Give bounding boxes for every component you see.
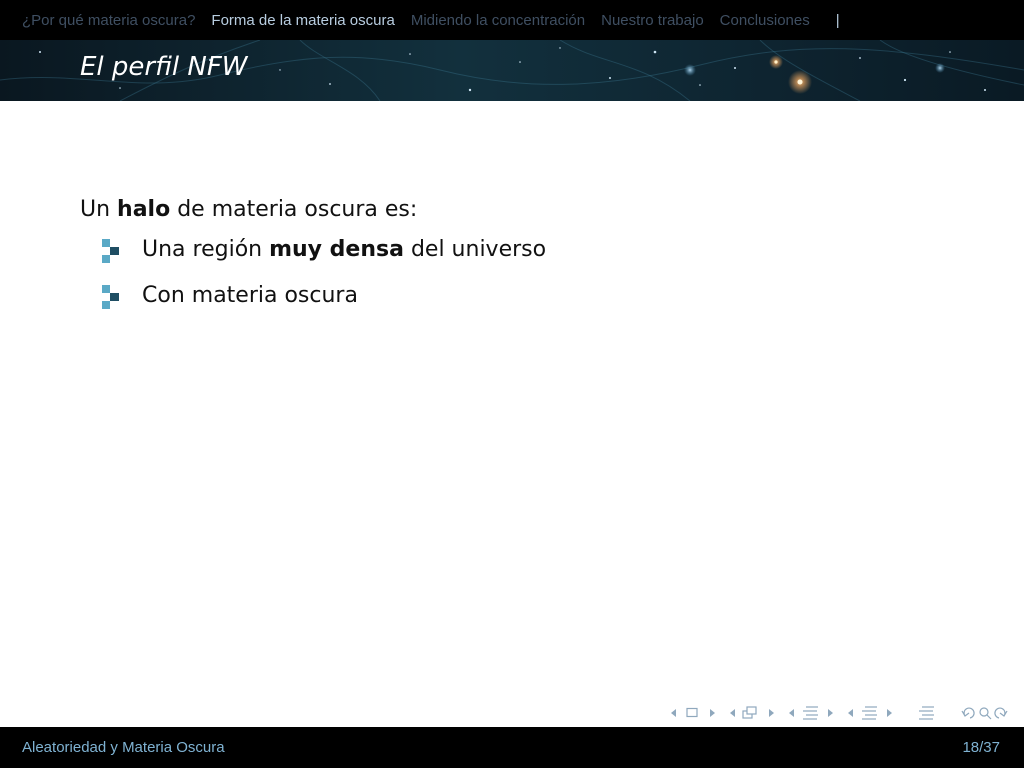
back-icon[interactable] [961, 707, 975, 719]
title-band: El perfil NFW [0, 40, 1024, 101]
bullet-bold: muy densa [269, 237, 404, 262]
slide-content: Un halo de materia oscura es: Una región… [80, 195, 546, 327]
slide: ¿Por qué materia oscura? Forma de la mat… [0, 0, 1024, 768]
bullet-suffix: del universo [403, 237, 547, 262]
nav-section-conclusiones[interactable]: Conclusiones [720, 12, 810, 29]
intro-prefix: Un [80, 197, 118, 222]
square-step-bullet-icon [102, 239, 119, 263]
navigation-symbols [671, 706, 1008, 720]
footer-presentation-title: Aleatoriedad y Materia Oscura [22, 739, 225, 756]
subsection-icon[interactable] [742, 706, 757, 719]
next-arrow-icon[interactable] [887, 709, 892, 717]
prev-arrow-icon[interactable] [730, 709, 735, 717]
nav-separator: | [835, 11, 840, 29]
nav-section-midiendo[interactable]: Midiendo la concentración [411, 12, 585, 29]
search-icon[interactable] [979, 707, 992, 720]
nav-section-nuestro-trabajo[interactable]: Nuestro trabajo [601, 12, 704, 29]
next-arrow-icon[interactable] [828, 709, 833, 717]
bullet-prefix: Una región [142, 237, 270, 262]
forward-icon[interactable] [994, 707, 1008, 719]
frame-title: El perfil NFW [80, 52, 248, 82]
next-arrow-icon[interactable] [710, 709, 715, 717]
list-item: Con materia oscura [80, 281, 546, 311]
section-navigation-bar: ¿Por qué materia oscura? Forma de la mat… [0, 0, 1024, 40]
section-icon[interactable] [803, 706, 818, 720]
square-step-bullet-icon [102, 285, 119, 309]
intro-bold-term: halo [117, 197, 171, 222]
intro-paragraph: Un halo de materia oscura es: [80, 195, 546, 225]
next-arrow-icon[interactable] [769, 709, 774, 717]
appendix-icon[interactable] [919, 706, 934, 720]
nav-section-por-que[interactable]: ¿Por qué materia oscura? [22, 12, 195, 29]
intro-suffix: de materia oscura es: [170, 197, 418, 222]
prev-arrow-icon[interactable] [671, 709, 676, 717]
presentation-icon[interactable] [862, 706, 877, 720]
footer-bar: Aleatoriedad y Materia Oscura 18/37 [0, 727, 1024, 768]
list-item: Una región muy densa del universo [80, 235, 546, 265]
page-number: 18/37 [962, 739, 1000, 756]
bullet-prefix: Con materia oscura [142, 283, 358, 308]
prev-arrow-icon[interactable] [848, 709, 853, 717]
frame-icon[interactable] [686, 707, 698, 718]
bullet-list: Una región muy densa del universo Con ma… [80, 235, 546, 311]
prev-arrow-icon[interactable] [789, 709, 794, 717]
nav-section-forma[interactable]: Forma de la materia oscura [211, 12, 394, 29]
